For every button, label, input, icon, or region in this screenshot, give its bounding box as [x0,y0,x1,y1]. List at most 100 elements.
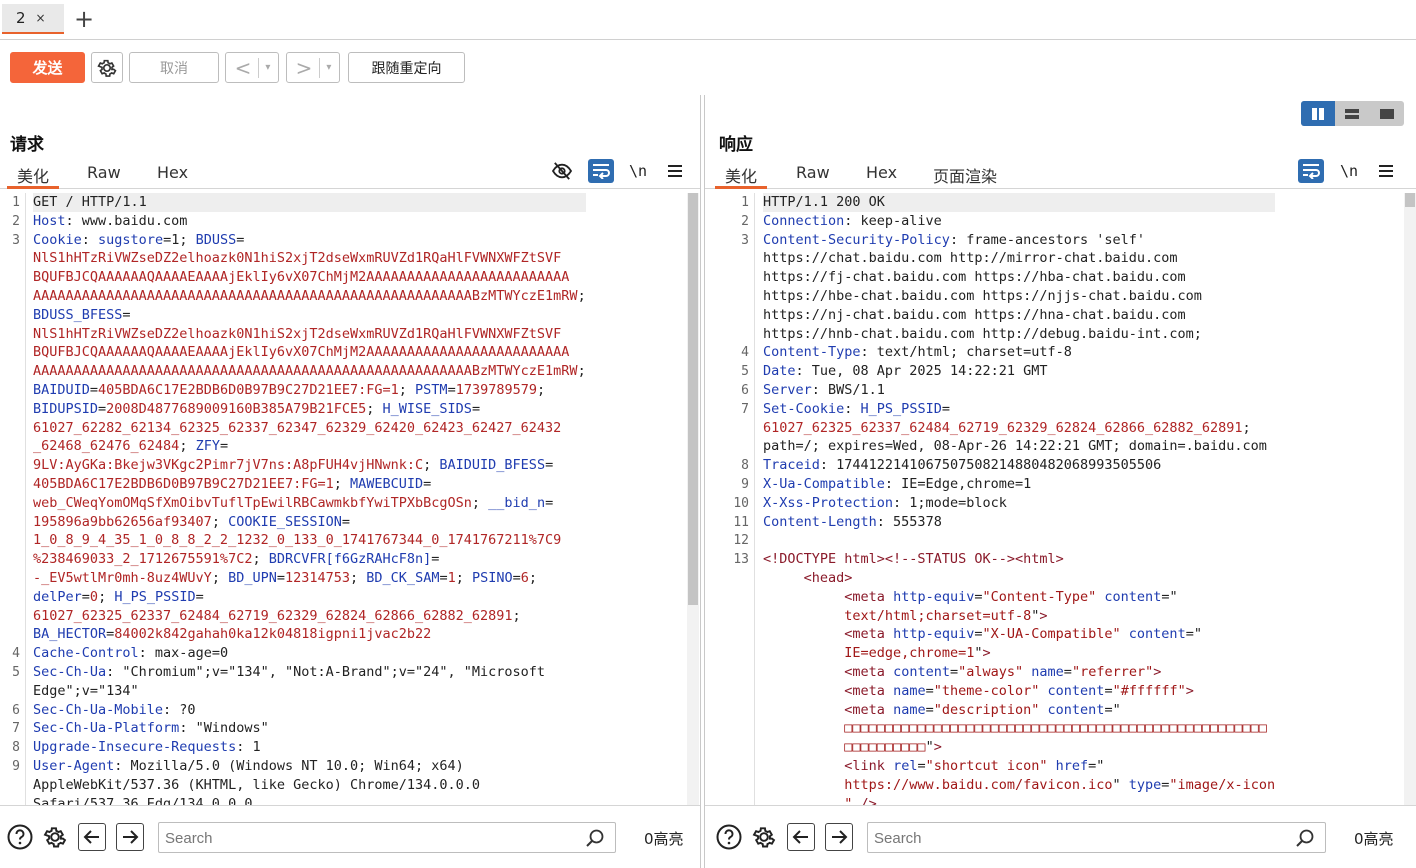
request-line-numbers: 1 2 3 4 5 6 7 8 9 [0,193,26,805]
code-token: Content-Security-Policy [763,231,950,248]
code-token: Set-Cookie [763,400,845,417]
code-token: = [341,513,351,530]
forward-dropdown-icon[interactable]: ▾ [320,62,337,73]
code-token: " [1112,776,1129,793]
code-line: <head> [763,569,1275,588]
code-line: 195896a9bb62656af93407; COOKIE_SESSION= [33,513,586,532]
line-number: 7 [741,401,749,417]
code-line: Connection: keep-alive [763,212,1275,231]
code-token: ; [512,607,521,624]
layout-side-by-side-button[interactable] [1301,101,1336,126]
settings-button[interactable] [91,52,123,83]
code-token: : www.baidu.com [65,212,188,229]
gear-icon[interactable] [41,823,69,851]
menu-icon[interactable] [662,159,688,183]
menu-icon[interactable] [1373,159,1399,183]
response-search-input[interactable] [874,827,1274,849]
response-subtabs: 美化 Raw Hex 页面渲染 \n [705,157,1416,189]
hide-eye-icon[interactable] [549,159,575,183]
response-tab-pretty[interactable]: 美化 [715,163,768,189]
response-code[interactable]: HTTP/1.1 200 OK Connection: keep-alive Con… [763,193,1276,806]
code-token: = [1104,682,1113,699]
code-token: > [1185,682,1194,699]
request-scroll-thumb[interactable] [688,193,698,605]
code-token: = [512,569,521,586]
code-token: PSTM [415,381,448,398]
response-scroll-thumb[interactable] [1405,193,1415,207]
request-editor[interactable]: 1 2 3 4 5 6 7 8 9 GET / HTTP/1.1 Host: www.baidu.… [0,193,700,805]
code-token: : "Chromium";v="134", "Not:A-Brand";v="2… [106,663,546,680]
request-search-input[interactable] [165,827,565,849]
code-token: 1739789579 [455,381,537,398]
newline-icon[interactable]: \n [625,159,651,183]
code-token: 12314753 [285,569,351,586]
response-title: 响应 [719,135,753,155]
help-icon[interactable] [6,823,34,851]
next-match-button[interactable] [116,823,144,851]
code-token: href [1055,757,1089,774]
add-tab-icon[interactable]: + [74,6,94,32]
wrap-lines-icon[interactable] [588,159,614,183]
response-editor[interactable]: 1 2 3 4 5 6 7 8 9 10 11 12 13 HTTP/1.1 200 OK Connect… [705,193,1416,805]
code-line: AAAAAAAAAAAAAAAAAAAAAAAAAAAAAAAAAAAAAAAA… [33,287,586,306]
close-tab-icon[interactable]: × [36,11,46,25]
follow-redirect-button[interactable]: 跟随重定向 [348,52,465,83]
forward-button[interactable]: > ▾ [286,52,340,83]
toolbar: 发送 取消 < ▾ > ▾ 跟随重定向 [0,41,1416,95]
previous-match-button[interactable] [787,823,815,851]
request-scrollbar[interactable] [687,193,699,805]
code-token: BDUSS_BFESS [33,306,123,323]
request-tab[interactable]: 2 × [2,4,64,34]
code-line: <link rel="shortcut icon" href=" [763,757,1275,776]
request-tab-hex[interactable]: Hex [147,163,198,189]
wrap-lines-icon[interactable] [1298,159,1324,183]
back-dropdown-icon[interactable]: ▾ [259,62,276,73]
code-token: Content-Length [763,513,877,530]
code-token: Content-Type [763,344,861,361]
response-tab-raw[interactable]: Raw [786,163,840,189]
request-subtabs: 美化 Raw Hex \n [0,157,700,189]
code-token: BDRCVFR[f6GzRAHcF8n] [268,551,432,568]
next-match-button[interactable] [825,823,853,851]
layout-toggle [1301,101,1404,126]
arrow-right-icon [123,830,139,844]
response-tab-hex[interactable]: Hex [856,163,907,189]
request-tab-pretty[interactable]: 美化 [7,163,60,189]
code-token: ; [366,400,383,417]
help-icon[interactable] [715,823,743,851]
code-token: = [431,551,440,568]
code-token: = [122,306,131,323]
newline-icon[interactable]: \n [1336,159,1362,183]
code-token: H_PS_PSSID [114,588,196,605]
line-number: 11 [733,514,749,530]
send-button[interactable]: 发送 [10,52,85,83]
response-search[interactable] [867,822,1326,853]
request-code[interactable]: GET / HTTP/1.1 Host: www.baidu.com Cookie:… [33,193,586,805]
code-line: GET / HTTP/1.1 [33,193,586,212]
cancel-button[interactable]: 取消 [129,52,219,83]
response-scrollbar[interactable] [1404,193,1416,805]
code-line: Edge";v="134" [33,682,586,701]
code-token: ; [536,381,546,398]
response-tab-render[interactable]: 页面渲染 [923,163,1007,189]
request-panel: 请求 美化 Raw Hex \n 1 2 3 4 5 6 7 8 9 GET / HTTP/1.… [0,95,701,868]
layout-stacked-button[interactable] [1335,101,1369,126]
previous-match-button[interactable] [78,823,106,851]
code-line: https://hbe-chat.baidu.com https://njjs-… [763,287,1275,306]
line-number: 1 [12,195,20,210]
layout-single-button[interactable] [1370,101,1404,126]
gear-icon[interactable] [750,823,778,851]
code-line: <meta http-equiv="X-UA-Compatible" conte… [763,625,1275,644]
request-tab-raw[interactable]: Raw [77,163,131,189]
back-button[interactable]: < ▾ [225,52,279,83]
code-token: name [893,682,926,699]
request-search[interactable] [158,822,616,853]
code-token: > [1153,663,1162,680]
code-token: ; [577,363,586,380]
code-token: : frame-ancestors 'self' [949,231,1146,248]
request-title: 请求 [10,135,44,155]
